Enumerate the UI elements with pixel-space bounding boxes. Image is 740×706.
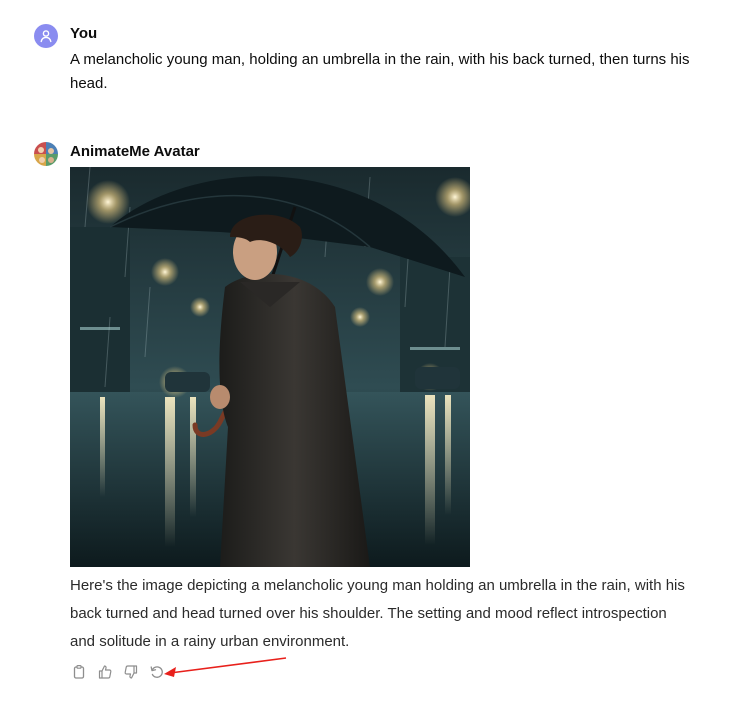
thumbs-down-button[interactable]	[122, 663, 140, 681]
user-avatar	[34, 24, 58, 48]
copy-button[interactable]	[70, 663, 88, 681]
user-author-name: You	[70, 25, 98, 42]
annotation-arrow-icon	[164, 657, 287, 677]
copy-icon	[73, 665, 85, 679]
generated-image[interactable]	[70, 167, 470, 567]
user-message-text: A melancholic young man, holding an umbr…	[70, 51, 690, 92]
thumbs-up-icon	[98, 665, 112, 679]
message-actions	[70, 663, 166, 681]
assistant-author-name: AnimateMe Avatar	[70, 143, 200, 160]
person-icon	[40, 30, 52, 43]
thumbs-down-icon	[124, 665, 138, 679]
assistant-avatar	[34, 142, 58, 166]
thumbs-up-button[interactable]	[96, 663, 114, 681]
assistant-message-text: Here's the image depicting a melancholic…	[70, 577, 685, 650]
